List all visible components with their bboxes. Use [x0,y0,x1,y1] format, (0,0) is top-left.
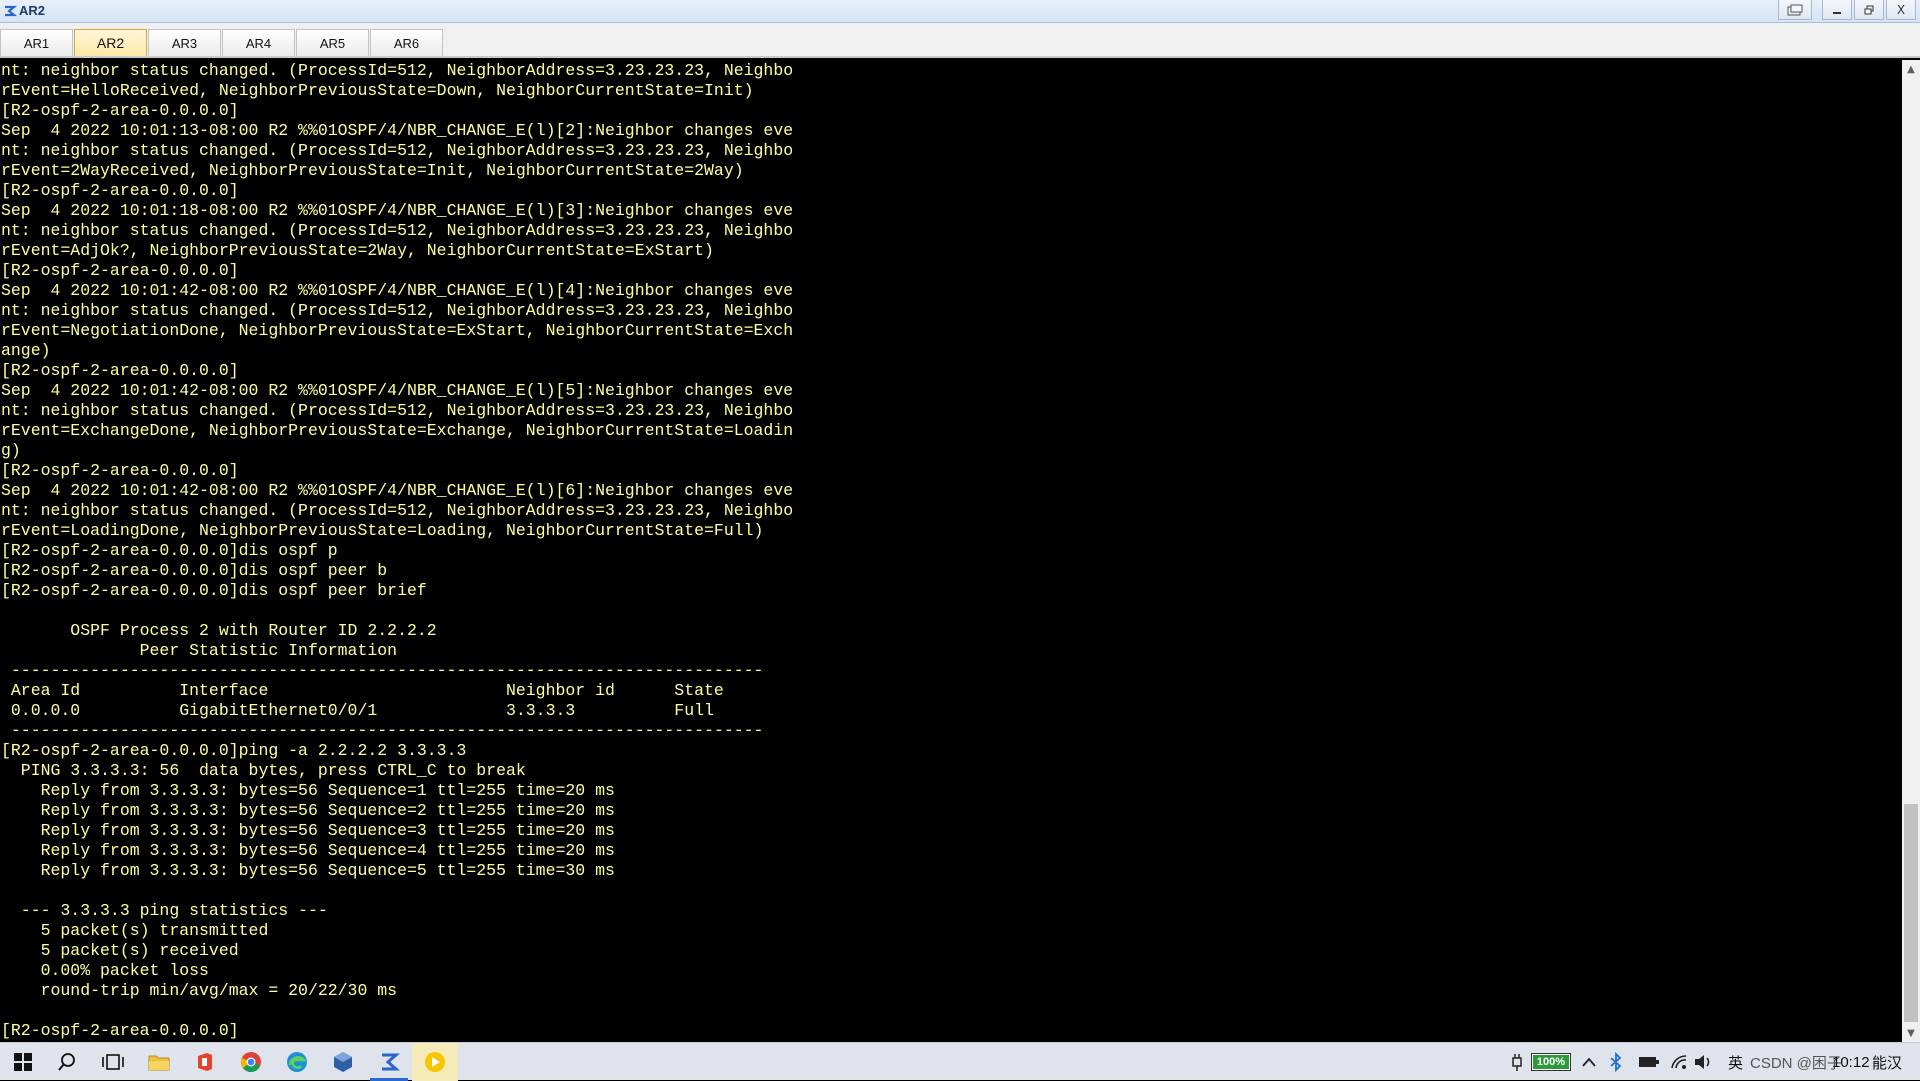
maximize-button[interactable] [1854,0,1884,20]
minimize-icon [1833,11,1841,14]
scroll-thumb[interactable] [1904,804,1918,1022]
windows-start-icon[interactable] [0,1043,46,1081]
window-controls: X [1776,0,1916,20]
chrome-icon[interactable] [228,1043,274,1081]
search-icon[interactable] [44,1043,90,1081]
restore-icon [1787,4,1803,15]
tab-ar3[interactable]: AR3 [148,29,221,56]
window-titlebar: AR2 X [0,0,1920,23]
terminal-console[interactable]: nt: neighbor status changed. (ProcessId=… [0,60,1900,1042]
close-button[interactable]: X [1886,0,1916,20]
virtualbox-icon[interactable] [320,1043,366,1081]
restore-layout-button[interactable] [1778,0,1812,20]
clock[interactable]: 10:12 [1832,1043,1870,1081]
csdn-watermark: CSDN @困子 [1750,1054,1842,1072]
media-player-icon[interactable] [412,1043,458,1081]
terminal-scrollbar[interactable]: ▲ ▼ [1902,60,1920,1042]
task-view-icon[interactable] [90,1043,136,1081]
window-title: AR2 [19,3,46,18]
tab-ar6[interactable]: AR6 [370,29,443,56]
tab-ar4[interactable]: AR4 [222,29,295,56]
tab-ar2[interactable]: AR2 [74,29,147,56]
device-tab-bar: AR1 AR2 AR3 AR4 AR5 AR6 [0,23,1920,58]
edge-icon[interactable] [274,1043,320,1081]
tray-extra-text: 能汉 [1872,1054,1903,1072]
device-tabs: AR1 AR2 AR3 AR4 AR5 AR6 [0,29,444,56]
input-method-indicator[interactable]: 英 [1728,1043,1743,1081]
tab-ar5[interactable]: AR5 [296,29,369,56]
bluetooth-icon[interactable] [1610,1043,1622,1081]
scroll-up-arrow-icon[interactable]: ▲ [1902,60,1920,78]
power-plug-icon[interactable] [1510,1043,1524,1081]
ensp-app-icon [5,5,17,17]
volume-icon[interactable] [1694,1043,1712,1081]
battery-percent: 100% [1536,1056,1566,1068]
ensp-icon[interactable] [366,1043,412,1081]
scroll-down-arrow-icon[interactable]: ▼ [1902,1024,1920,1042]
minimize-button[interactable] [1822,0,1852,20]
tab-ar1[interactable]: AR1 [0,29,73,56]
windows-taskbar: 100% 英 CSDN @困子 10:12 能汉 [0,1042,1920,1081]
file-explorer-icon[interactable] [136,1043,182,1081]
usb-device-icon[interactable] [1638,1043,1660,1081]
wifi-icon[interactable] [1670,1043,1688,1081]
maximize-icon [1864,5,1874,14]
terminal-output: nt: neighbor status changed. (ProcessId=… [1,61,794,1040]
office-icon[interactable] [182,1043,228,1081]
show-hidden-icons-chevron-icon[interactable] [1582,1043,1596,1081]
close-icon: X [1896,2,1906,17]
battery-indicator[interactable]: 100% [1531,1053,1571,1071]
